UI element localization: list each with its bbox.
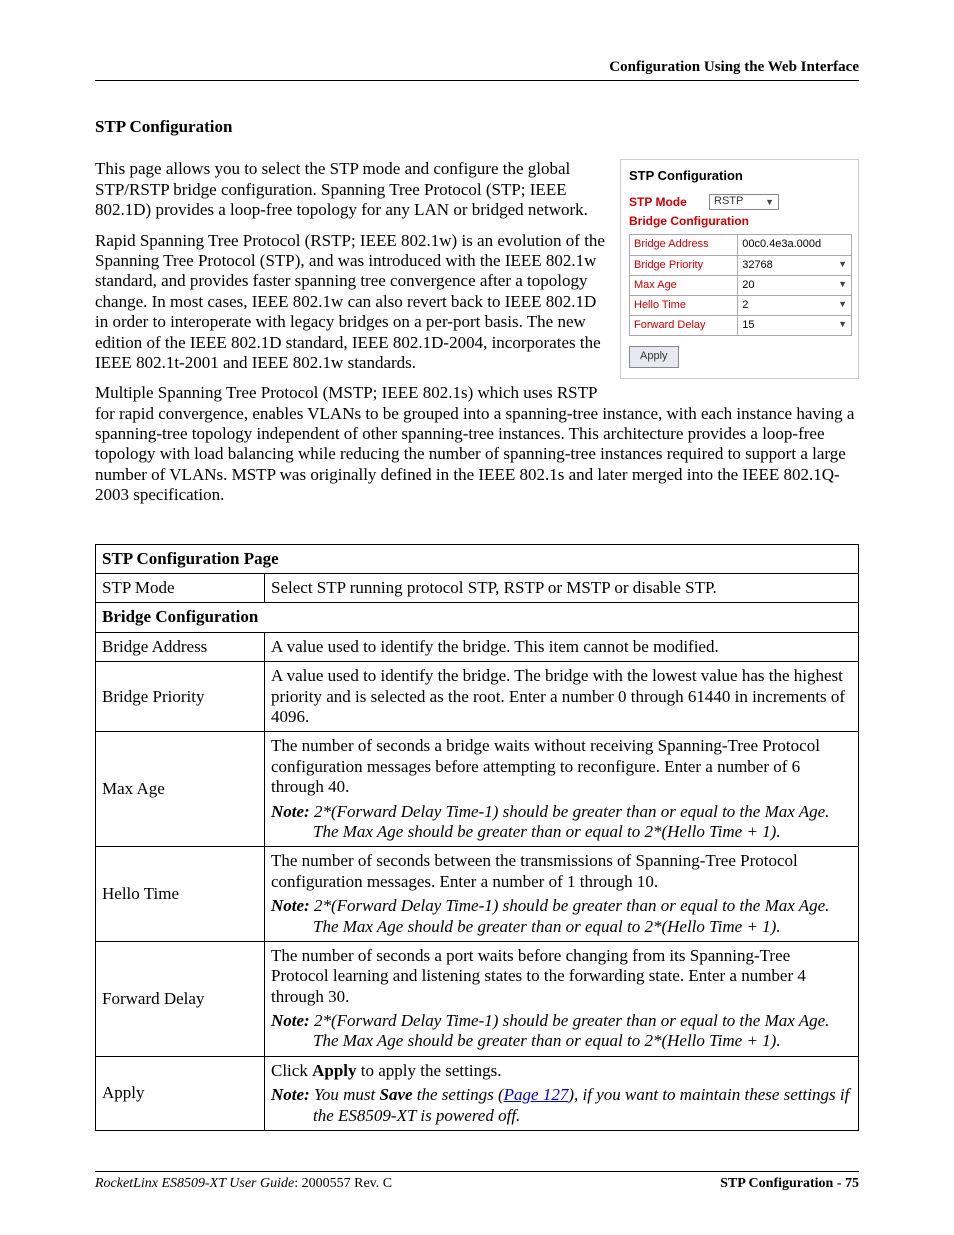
row-bridge-priority-desc: A value used to identify the bridge. The… (265, 662, 859, 732)
forward-delay-select[interactable]: 15 ▼ (738, 316, 852, 336)
row-hello-time-desc: The number of seconds between the transm… (271, 851, 852, 892)
row-forward-delay-desc: The number of seconds a port waits befor… (271, 946, 852, 1007)
stp-mode-select[interactable]: RSTP ▼ (709, 194, 779, 210)
header-text: Configuration Using the Web Interface (609, 59, 859, 75)
chevron-down-icon: ▼ (838, 299, 847, 312)
row-max-age-desc: The number of seconds a bridge waits wit… (271, 736, 852, 797)
figure-addr-value: 00c0.4e3a.000d (738, 235, 852, 255)
figure-maxage-label: Max Age (630, 275, 738, 295)
row-hello-time-note: Note: 2*(Forward Delay Time-1) should be… (271, 896, 852, 937)
figure-fwd-label: Forward Delay (630, 316, 738, 336)
table-title: STP Configuration Page (96, 544, 859, 573)
row-forward-delay-label: Forward Delay (96, 941, 265, 1056)
note-text: 2*(Forward Delay Time-1) should be great… (313, 896, 829, 935)
max-age-select[interactable]: 20 ▼ (738, 275, 852, 295)
stp-mode-value: RSTP (714, 195, 743, 208)
chevron-down-icon: ▼ (838, 279, 847, 292)
row-max-age-note: Note: 2*(Forward Delay Time-1) should be… (271, 802, 852, 843)
figure-mode-label: STP Mode (629, 195, 709, 209)
note-text: 2*(Forward Delay Time-1) should be great… (313, 1011, 829, 1050)
figure-bridge-header: Bridge Configuration (629, 214, 852, 228)
row-bridge-priority-label: Bridge Priority (96, 662, 265, 732)
row-max-age-cell: The number of seconds a bridge waits wit… (265, 732, 859, 847)
note-text: 2*(Forward Delay Time-1) should be great… (313, 802, 829, 841)
row-apply-desc: Click Apply to apply the settings. (271, 1061, 852, 1081)
stp-config-screenshot: STP Configuration STP Mode RSTP ▼ Bridge… (620, 159, 859, 378)
row-apply-cell: Click Apply to apply the settings. Note:… (265, 1056, 859, 1130)
bridge-priority-select[interactable]: 32768 ▼ (738, 255, 852, 275)
footer-left-italic: RocketLinx ES8509-XT User Guide (95, 1176, 294, 1191)
note-label: Note: (271, 1085, 310, 1104)
figure-hello-label: Hello Time (630, 295, 738, 315)
hello-time-select[interactable]: 2 ▼ (738, 295, 852, 315)
apply-note-pre: You must (314, 1085, 380, 1104)
chevron-down-icon: ▼ (838, 319, 847, 332)
note-label: Note: (271, 896, 310, 915)
figure-title: STP Configuration (629, 168, 852, 184)
page-127-link[interactable]: Page 127 (504, 1085, 569, 1104)
stp-config-table: STP Configuration Page STP Mode Select S… (95, 544, 859, 1131)
row-stp-mode-label: STP Mode (96, 574, 265, 603)
page-footer: RocketLinx ES8509-XT User Guide: 2000557… (95, 1171, 859, 1193)
figure-prio-value: 32768 (742, 259, 773, 272)
section-heading: STP Configuration (95, 117, 859, 137)
footer-right: STP Configuration - 75 (720, 1176, 859, 1193)
apply-note-mid: the settings ( (413, 1085, 504, 1104)
page-header: Configuration Using the Web Interface (95, 58, 859, 81)
row-stp-mode-desc: Select STP running protocol STP, RSTP or… (265, 574, 859, 603)
row-forward-delay-cell: The number of seconds a port waits befor… (265, 941, 859, 1056)
row-hello-time-cell: The number of seconds between the transm… (265, 847, 859, 942)
row-apply-note: Note: You must Save the settings (Page 1… (271, 1085, 852, 1126)
row-bridge-address-label: Bridge Address (96, 632, 265, 661)
apply-note-bold: Save (379, 1085, 412, 1104)
apply-desc-pre: Click (271, 1061, 312, 1080)
figure-maxage-value: 20 (742, 279, 754, 292)
row-max-age-label: Max Age (96, 732, 265, 847)
paragraph-3: Multiple Spanning Tree Protocol (MSTP; I… (95, 383, 859, 505)
figure-addr-label: Bridge Address (630, 235, 738, 255)
chevron-down-icon: ▼ (838, 259, 847, 272)
figure-fwd-value: 15 (742, 319, 754, 332)
note-text: You must Save the settings (Page 127), i… (313, 1085, 849, 1124)
footer-left: RocketLinx ES8509-XT User Guide: 2000557… (95, 1176, 392, 1193)
figure-hello-value: 2 (742, 299, 748, 312)
row-bridge-config-hdr: Bridge Configuration (96, 603, 859, 632)
footer-left-rest: : 2000557 Rev. C (294, 1176, 392, 1191)
chevron-down-icon: ▼ (765, 197, 774, 208)
note-label: Note: (271, 802, 310, 821)
apply-desc-bold: Apply (312, 1061, 356, 1080)
figure-apply-button[interactable]: Apply (629, 346, 679, 367)
row-apply-label: Apply (96, 1056, 265, 1130)
apply-desc-post: to apply the settings. (357, 1061, 502, 1080)
figure-prio-label: Bridge Priority (630, 255, 738, 275)
figure-bridge-table: Bridge Address 00c0.4e3a.000d Bridge Pri… (629, 234, 852, 336)
row-bridge-address-desc: A value used to identify the bridge. Thi… (265, 632, 859, 661)
row-forward-delay-note: Note: 2*(Forward Delay Time-1) should be… (271, 1011, 852, 1052)
note-label: Note: (271, 1011, 310, 1030)
row-hello-time-label: Hello Time (96, 847, 265, 942)
